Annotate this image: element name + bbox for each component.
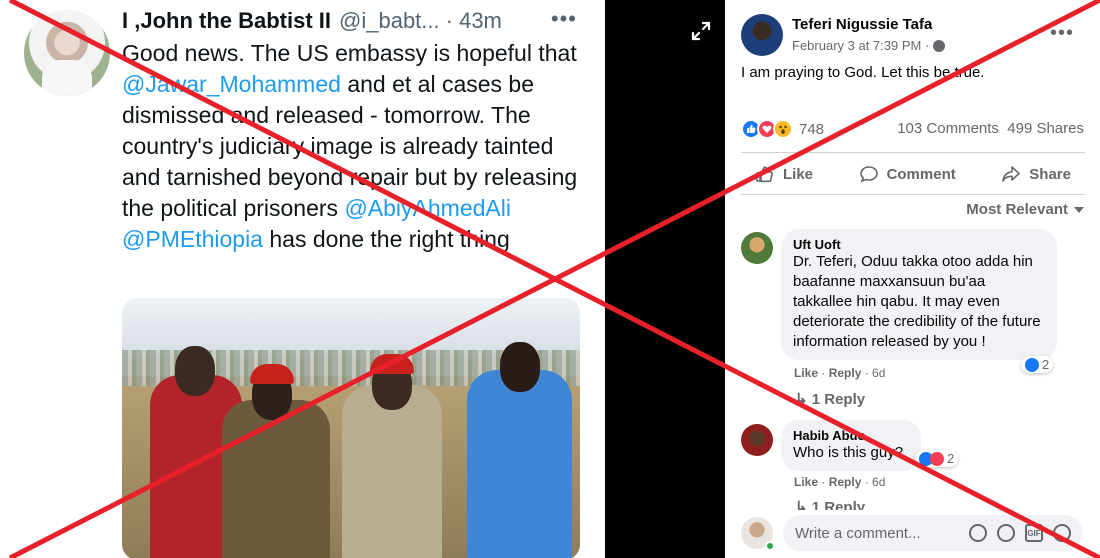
divider: [741, 194, 1085, 195]
share-label: Share: [1029, 165, 1071, 183]
tweet-author-handle: @i_babt...: [339, 8, 440, 33]
comment-reaction-count: 2: [1042, 357, 1050, 372]
camera-icon[interactable]: [997, 524, 1015, 542]
facebook-post: Teferi Nigussie Tafa February 3 at 7:39 …: [725, 0, 1100, 558]
shares-count[interactable]: 499 Shares: [1007, 120, 1084, 137]
comment-button[interactable]: Comment: [845, 165, 970, 183]
share-arrow-icon: [1002, 166, 1021, 182]
online-status-dot: [765, 541, 775, 551]
comment-bubble: Habib Abdo Who is this guy?: [781, 420, 921, 471]
comments-count[interactable]: 103 Comments: [897, 120, 999, 137]
emoji-icon[interactable]: [969, 524, 987, 542]
comment-age: 6d: [872, 366, 886, 380]
tweet-timestamp: · 43m: [445, 8, 502, 33]
post-meta: February 3 at 7:39 PM ·: [792, 38, 946, 53]
view-replies-link[interactable]: ↳ 1 Reply: [795, 390, 865, 408]
tweet-avatar: [24, 10, 110, 96]
image-divider: [605, 0, 725, 558]
view-replies-label: 1 Reply: [811, 499, 866, 510]
comment-reaction-count: 2: [947, 451, 955, 466]
post-more-icon[interactable]: •••: [1050, 22, 1074, 45]
comment-reactions[interactable]: 2: [1021, 356, 1054, 373]
engagement-counts: 103 Comments 499 Shares: [897, 120, 1084, 137]
comment-input-placeholder: Write a comment...: [795, 524, 921, 542]
comment-author[interactable]: Habib Abdo: [793, 428, 909, 443]
comment-reactions[interactable]: 2: [915, 450, 959, 467]
view-replies-link[interactable]: ↳ 1 Reply: [795, 498, 865, 510]
composer-tools: GIF: [969, 524, 1071, 542]
comment-text: Who is this guy?: [793, 444, 904, 461]
view-replies-label: 1 Reply: [811, 391, 866, 408]
reaction-count: 748: [799, 120, 825, 138]
tweet-text-part: has done the right thing: [262, 226, 510, 252]
tweet-more-icon: •••: [550, 6, 577, 31]
post-date[interactable]: February 3 at 7:39 PM ·: [792, 38, 929, 53]
globe-icon: [933, 39, 946, 52]
wow-reaction-icon: [773, 119, 793, 139]
gif-icon[interactable]: GIF: [1025, 524, 1043, 542]
expand-icon[interactable]: [690, 20, 712, 42]
comment-sort-dropdown[interactable]: Most Relevant: [966, 201, 1084, 218]
comment-avatar[interactable]: [741, 232, 773, 264]
sort-label: Most Relevant: [966, 201, 1068, 218]
post-author-avatar[interactable]: [741, 14, 783, 56]
post-actions: Like Comment Share: [741, 156, 1085, 192]
comment-reply-link[interactable]: Reply: [829, 366, 862, 380]
comment-text: Dr. Teferi, Oduu takka otoo adda hin baa…: [793, 253, 1041, 350]
comment-label: Comment: [886, 165, 956, 183]
comment-input[interactable]: Write a comment... GIF: [783, 515, 1083, 551]
comment-author[interactable]: Uft Uoft: [793, 237, 1045, 252]
love-reaction-icon: [930, 451, 944, 466]
comment-actions: Like · Reply · 6d: [794, 475, 886, 489]
reaction-summary[interactable]: 748: [741, 119, 824, 139]
like-button[interactable]: Like: [741, 165, 827, 183]
caret-down-icon: [1074, 206, 1084, 213]
post-text: I am praying to God. Let this be true.: [741, 64, 985, 81]
divider: [741, 152, 1085, 153]
tweet-header: I ,John the Babtist II @i_babt... · 43m: [122, 6, 592, 36]
tweet-mention-jawar: @Jawar_Mohammed: [122, 71, 341, 97]
like-reaction-icon: [1025, 357, 1039, 372]
tweet-mention-pm: @PMEthiopia: [122, 226, 263, 252]
sticker-icon[interactable]: [1053, 524, 1071, 542]
post-author-name[interactable]: Teferi Nigussie Tafa: [792, 16, 932, 33]
comment-actions: Like · Reply · 6d: [794, 366, 886, 380]
tweet-author-name: I ,John the Babtist II: [122, 8, 332, 33]
comment-like-link[interactable]: Like: [794, 475, 818, 489]
tweet-photo: [122, 298, 580, 558]
reply-arrow-icon: ↳: [795, 391, 812, 408]
like-label: Like: [783, 165, 814, 183]
tweet-mention-abiy: @AbiyAhmedAli: [344, 195, 511, 221]
comment-bubble-icon: [859, 166, 878, 183]
reply-arrow-icon: ↳: [795, 499, 812, 510]
comment-reply-link[interactable]: Reply: [829, 475, 862, 489]
tweet-text: Good news. The US embassy is hopeful tha…: [122, 38, 592, 255]
comment-like-link[interactable]: Like: [794, 366, 818, 380]
comment-bubble: Uft Uoft Dr. Teferi, Oduu takka otoo add…: [781, 229, 1057, 360]
tweet-screenshot: I ,John the Babtist II @i_babt... · 43m …: [0, 0, 605, 558]
comment-avatar[interactable]: [741, 424, 773, 456]
thumbs-up-icon: [756, 166, 773, 183]
comment-age: 6d: [872, 475, 886, 489]
tweet-text-part: Good news. The US embassy is hopeful tha…: [122, 40, 577, 66]
share-button[interactable]: Share: [987, 165, 1085, 183]
